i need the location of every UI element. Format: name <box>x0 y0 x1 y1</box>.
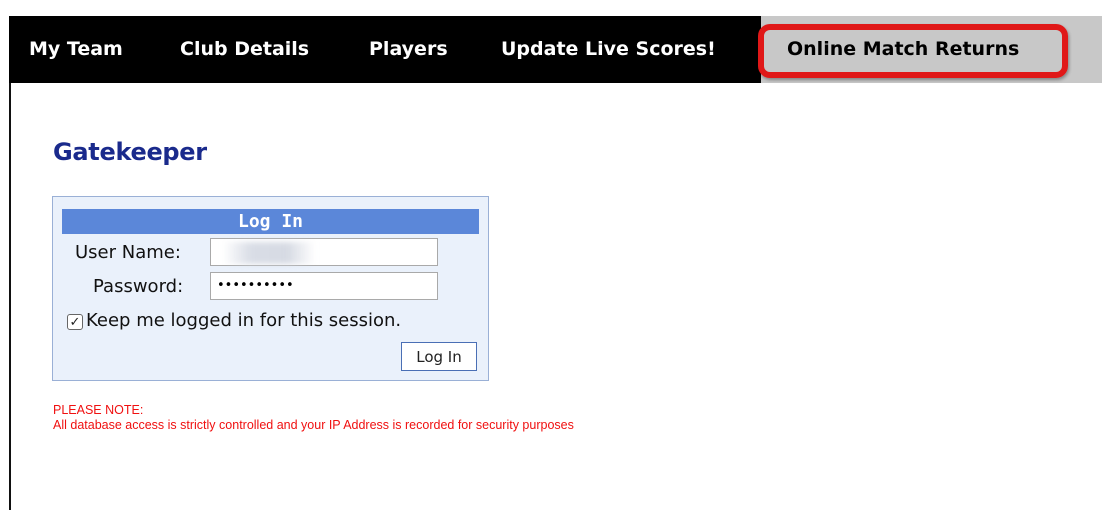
left-border <box>9 16 11 510</box>
notice-heading: PLEASE NOTE: <box>53 403 144 417</box>
nav-item-my-team[interactable]: My Team <box>29 40 123 59</box>
page-title: Gatekeeper <box>53 138 207 166</box>
notice-text: All database access is strictly controll… <box>53 418 574 432</box>
username-label: User Name: <box>75 242 181 263</box>
nav-item-players[interactable]: Players <box>369 40 448 59</box>
login-form: Log In User Name: Password: •••••••••• ✓… <box>52 196 489 381</box>
keep-logged-in-checkbox[interactable]: ✓ <box>67 314 83 330</box>
highlight-callout <box>758 24 1068 78</box>
page: My Team Club Details Players Update Live… <box>0 0 1102 510</box>
username-input[interactable] <box>210 238 438 266</box>
login-header: Log In <box>62 209 479 234</box>
password-input[interactable]: •••••••••• <box>210 272 438 300</box>
password-label: Password: <box>93 276 184 297</box>
nav-item-update-live-scores[interactable]: Update Live Scores! <box>501 40 716 59</box>
nav-item-club-details[interactable]: Club Details <box>180 40 309 59</box>
keep-logged-in-label[interactable]: Keep me logged in for this session. <box>86 310 401 331</box>
login-button[interactable]: Log In <box>401 342 477 371</box>
